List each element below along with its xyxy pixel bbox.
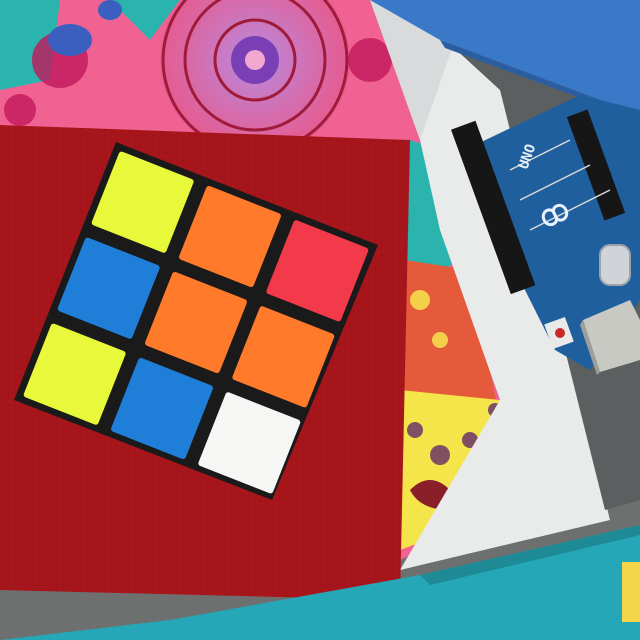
photo-scene: UNO <box>0 0 640 640</box>
